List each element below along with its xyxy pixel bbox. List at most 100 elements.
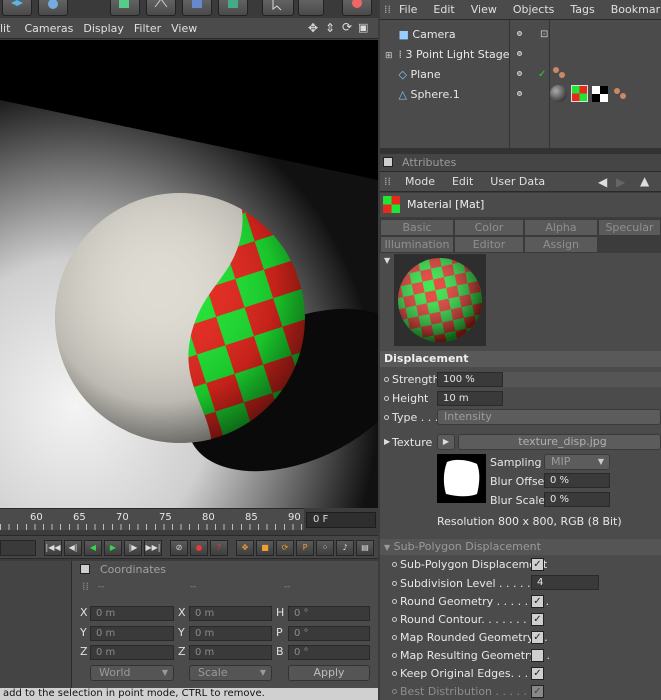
expand-icon[interactable]: ⊞ [385, 51, 395, 61]
tab-illumination[interactable]: Illumination [380, 236, 454, 253]
coordinates-toggle[interactable] [80, 564, 90, 574]
subpoly-section[interactable]: ▼ Sub-Polygon Displacement [380, 539, 661, 555]
editor-visibility-dot[interactable] [517, 91, 522, 96]
select-tool-button[interactable] [262, 0, 294, 16]
coord-scale-dropdown[interactable]: Scale ▼ [189, 665, 272, 681]
editor-visibility-dot[interactable] [517, 51, 522, 56]
light-tag-icon[interactable] [612, 86, 628, 102]
pla-key-icon[interactable]: ⁘ [316, 540, 334, 556]
up-arrow-icon[interactable]: ▲ [640, 174, 649, 188]
timeline-ruler[interactable]: 60 65 70 75 80 85 90 [0, 508, 304, 530]
other-tool-button[interactable] [298, 0, 324, 16]
viewport-menu-view[interactable]: View [171, 22, 207, 35]
best-distribution-checkbox[interactable]: ✓ [531, 685, 544, 698]
tab-assign[interactable]: Assign [524, 236, 598, 253]
round-geometry-checkbox[interactable]: ✓ [531, 595, 544, 608]
checker-material-icon[interactable] [571, 85, 588, 102]
displacement-section[interactable]: Displacement [380, 351, 661, 367]
editor-visibility-dot[interactable] [517, 71, 522, 76]
tab-specular[interactable]: Specular [598, 219, 661, 236]
tab-editor[interactable]: Editor [454, 236, 524, 253]
om-menu-tags[interactable]: Tags [562, 3, 602, 16]
goto-start-button[interactable]: |◀◀ [44, 540, 62, 556]
strength-field[interactable]: 100 % [437, 372, 503, 387]
om-menu-view[interactable]: View [463, 3, 505, 16]
strength-slider[interactable] [503, 372, 661, 387]
scale-key-icon[interactable]: ■ [256, 540, 274, 556]
subdivision-field[interactable]: 4 [531, 575, 599, 590]
subpoly-collapse-icon[interactable]: ▼ [384, 543, 390, 552]
anim-dot[interactable] [384, 377, 389, 382]
attr-menu-userdata[interactable]: User Data [485, 175, 550, 188]
rotation-b-field[interactable]: 0 ° [288, 645, 370, 660]
anim-dot[interactable] [392, 689, 397, 694]
object-row-sphere[interactable]: △ Sphere.1 [385, 88, 460, 101]
texture-file-button[interactable]: texture_disp.jpg [458, 434, 661, 450]
om-menu-objects[interactable]: Objects [505, 3, 563, 16]
play-backward-button[interactable]: ◀ [84, 540, 102, 556]
texture-menu-button[interactable]: ▶ [437, 434, 455, 450]
subpoly-checkbox[interactable]: ✓ [531, 558, 544, 571]
object-row-plane[interactable]: ◇ Plane [385, 68, 441, 81]
preview-collapse-icon[interactable]: ▼ [384, 256, 390, 265]
keyframe-icon[interactable]: ♪ [336, 540, 354, 556]
pen-tool-button[interactable] [38, 0, 68, 16]
om-menu-bookmarks[interactable]: Bookmarks [603, 3, 661, 16]
cube-tool-button[interactable] [2, 0, 32, 16]
move-key-icon[interactable]: ✥ [236, 540, 254, 556]
material-preview[interactable] [394, 254, 486, 346]
sampling-dropdown[interactable]: MIP ▼ [544, 454, 610, 470]
anim-dot[interactable] [384, 415, 389, 420]
scene-tool-button[interactable] [218, 0, 248, 16]
maximize-view-icon[interactable]: ▣ [358, 21, 368, 34]
om-menu-file[interactable]: File [391, 3, 425, 16]
rotation-h-field[interactable]: 0 ° [288, 606, 370, 621]
tab-color[interactable]: Color [454, 219, 524, 236]
apply-button[interactable]: Apply [288, 665, 370, 681]
current-frame-field[interactable]: 0 F [306, 512, 376, 528]
enabled-check-icon[interactable]: ✓ [538, 69, 546, 80]
viewport-3d[interactable] [0, 40, 378, 508]
record-button[interactable]: ● [190, 540, 208, 556]
protection-tag-icon[interactable]: ⊡ [540, 29, 548, 40]
render-tool-button[interactable] [342, 0, 372, 16]
viewport-menu-lit[interactable]: lit [0, 22, 24, 35]
size-y-field[interactable]: 0 m [189, 626, 272, 641]
param-key-icon[interactable]: P [296, 540, 314, 556]
light-tag-icon[interactable] [552, 66, 566, 80]
position-z-field[interactable]: 0 m [90, 645, 174, 660]
array-tool-button[interactable] [146, 0, 176, 16]
object-row-light-stage[interactable]: ⊞ ⁞ 3 Point Light Stage [385, 48, 510, 61]
height-field[interactable]: 10 m [437, 391, 503, 406]
material-tag-icon[interactable] [550, 85, 567, 102]
object-row-camera[interactable]: ■ Camera [385, 28, 456, 41]
coord-space-dropdown[interactable]: World ▼ [90, 665, 174, 681]
position-y-field[interactable]: 0 m [90, 626, 174, 641]
tab-alpha[interactable]: Alpha [524, 219, 598, 236]
blur-scale-field[interactable]: 0 % [544, 492, 610, 507]
keep-edges-checkbox[interactable]: ✓ [531, 667, 544, 680]
forward-arrow-icon[interactable]: ▶ [616, 175, 625, 189]
nurbs-tool-button[interactable] [110, 0, 140, 16]
type-dropdown[interactable]: Intensity [437, 409, 661, 425]
viewport-menu-cameras[interactable]: Cameras [24, 22, 83, 35]
start-frame-field[interactable] [0, 540, 36, 556]
attr-menu-edit[interactable]: Edit [440, 175, 485, 188]
deformer-tool-button[interactable] [182, 0, 212, 16]
prev-key-button[interactable]: ◀| [64, 540, 82, 556]
rotate-view-icon[interactable]: ⟳ [342, 20, 352, 34]
checker-texture-icon[interactable] [592, 86, 608, 102]
next-key-button[interactable]: |▶ [124, 540, 142, 556]
editor-visibility-dot[interactable] [517, 31, 522, 36]
anim-dot[interactable] [392, 562, 397, 567]
anim-dot[interactable] [384, 396, 389, 401]
back-arrow-icon[interactable]: ◀ [598, 175, 607, 189]
anim-dot[interactable] [392, 635, 397, 640]
attr-menu-mode[interactable]: Mode [400, 175, 440, 188]
rotation-p-field[interactable]: 0 ° [288, 626, 370, 641]
autokey-button[interactable]: ? [210, 540, 228, 556]
goto-end-button[interactable]: ▶▶| [144, 540, 162, 556]
viewport-menu-display[interactable]: Display [83, 22, 134, 35]
position-x-field[interactable]: 0 m [90, 606, 174, 621]
anim-dot[interactable] [392, 653, 397, 658]
